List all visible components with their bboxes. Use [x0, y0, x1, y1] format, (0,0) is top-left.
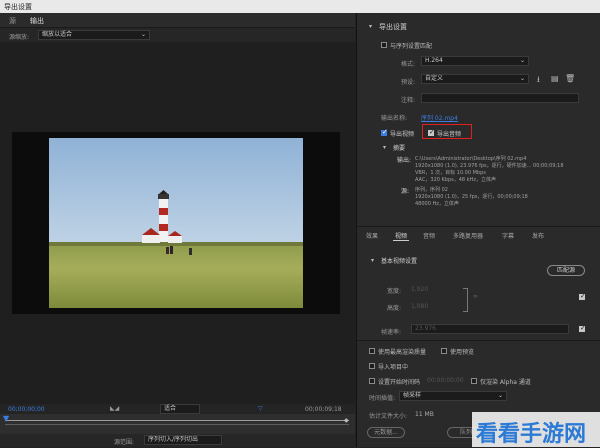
tab-output[interactable]: 输出: [30, 16, 44, 30]
tab-multiplexer[interactable]: 多路复用器: [453, 231, 483, 240]
collapse-arrow-icon[interactable]: ▾: [369, 23, 372, 30]
time-interpolation-label: 时间插值:: [369, 395, 396, 402]
out-point-handle-icon[interactable]: ◆: [344, 417, 349, 424]
summary-output-line: C:\Users\Administrator\Desktop\序列 02.mp4: [415, 156, 527, 162]
set-start-timecode-checkbox[interactable]: [369, 378, 375, 384]
framerate-match-checkbox[interactable]: [579, 324, 586, 332]
source-range-row: 源范围: 序列切入/序列切出: [0, 434, 355, 447]
tab-effects[interactable]: 效果: [366, 231, 378, 240]
chevron-down-icon: ⌄: [519, 75, 525, 82]
format-dropdown[interactable]: H.264 ⌄: [421, 56, 529, 66]
zoom-fit-dropdown[interactable]: 适合: [160, 404, 200, 414]
export-audio-checkbox[interactable]: [428, 128, 435, 136]
delete-preset-icon[interactable]: 🗑: [565, 74, 575, 83]
tab-source[interactable]: 源: [9, 16, 16, 26]
preset-dropdown[interactable]: 自定义 ⌄: [421, 74, 529, 84]
tab-video[interactable]: 视频: [395, 231, 407, 240]
max-render-quality-checkbox[interactable]: [369, 348, 375, 354]
match-sequence-label: 与序列设置匹配: [390, 43, 433, 50]
framerate-label: 帧速率:: [381, 329, 402, 336]
match-sequence-checkbox[interactable]: [381, 42, 387, 48]
metadata-button[interactable]: 元数据...: [367, 427, 405, 438]
export-settings-panel: ▾ 导出设置 与序列设置匹配 格式: H.264 ⌄ 预设: 自定义 ⌄ ⭳ ▤…: [356, 13, 600, 447]
render-alpha-checkbox[interactable]: [471, 378, 477, 384]
comment-label: 注释:: [401, 97, 416, 104]
tab-captions[interactable]: 字幕: [502, 231, 514, 240]
summary-source-line: 序列，序列 02: [415, 187, 448, 193]
render-alpha-label: 仅渲染 Alpha 通道: [480, 379, 531, 386]
summary-output-line: AAC，320 Kbps，48 kHz，立体声: [415, 177, 496, 183]
summary-collapse-icon[interactable]: ▾: [383, 144, 386, 151]
match-source-button[interactable]: 匹配源: [547, 265, 585, 276]
width-value[interactable]: 1,920: [411, 286, 428, 293]
preset-label: 预设:: [401, 79, 416, 86]
export-video-label: 导出视频: [390, 131, 415, 138]
start-timecode-value[interactable]: 00;00;00;00: [427, 377, 464, 384]
playhead-marker-icon[interactable]: ▽: [258, 405, 263, 412]
window-title: 导出设置: [4, 3, 32, 11]
output-name-label: 输出名称:: [381, 115, 408, 122]
window-titlebar: 导出设置: [0, 0, 600, 13]
estimated-filesize-value: 11 MB: [415, 411, 434, 418]
tab-audio[interactable]: 音频: [423, 231, 435, 240]
source-scaling-label: 源缩放:: [9, 34, 30, 41]
source-scaling-dropdown[interactable]: 缩放以适合 ⌄: [38, 30, 150, 40]
watermark-text: 看看手游网: [476, 422, 587, 447]
chevron-down-icon: ⌄: [140, 31, 146, 38]
output-name-link[interactable]: 序列 02.mp4: [421, 113, 458, 122]
save-preset-icon[interactable]: ⭳: [537, 74, 540, 88]
preview-image: [49, 138, 303, 308]
chevron-down-icon: ⌄: [519, 57, 525, 64]
basic-video-settings-title: 基本视频设置: [381, 258, 418, 265]
import-preset-icon[interactable]: ▤: [551, 74, 559, 83]
source-range-dropdown[interactable]: 序列切入/序列切出: [144, 435, 222, 445]
summary-source-label: 源:: [401, 188, 410, 195]
set-start-timecode-label: 设置开始时间码: [378, 379, 421, 386]
time-interpolation-dropdown[interactable]: 帧采样 ⌄: [399, 391, 507, 401]
import-project-label: 导入项目中: [378, 364, 409, 371]
export-video-checkbox[interactable]: [381, 128, 388, 136]
playhead-icon[interactable]: ▼: [3, 414, 9, 423]
summary-title: 摘要: [393, 145, 406, 152]
source-range-label: 源范围:: [114, 439, 135, 446]
estimated-filesize-label: 估计文件大小:: [369, 413, 408, 420]
link-bracket: [463, 288, 468, 312]
in-point-icon[interactable]: ◣◢: [110, 405, 119, 412]
video-collapse-icon[interactable]: ▾: [371, 257, 374, 264]
width-label: 宽度:: [387, 288, 402, 295]
export-settings-title: 导出设置: [379, 23, 407, 31]
height-label: 高度:: [387, 305, 402, 312]
framerate-dropdown[interactable]: 23.976: [411, 324, 569, 334]
import-project-checkbox[interactable]: [369, 363, 375, 369]
chain-link-icon[interactable]: ∞: [473, 293, 478, 300]
use-previews-label: 使用预览: [450, 349, 475, 356]
format-label: 格式:: [401, 61, 416, 68]
summary-output-line: 1920x1080 (1.0), 23.976 fps，逐行，硬件加速... 0…: [415, 163, 564, 169]
timeline-ruler[interactable]: ▼ ◆: [0, 414, 355, 434]
export-audio-label: 导出音频: [437, 131, 462, 138]
summary-output-label: 输出:: [397, 157, 412, 164]
source-scaling-row: 源缩放: 缩放以适合 ⌄: [0, 28, 355, 42]
use-previews-checkbox[interactable]: [441, 348, 447, 354]
timeline-header: 00;00;00;00 ◣◢ 适合 ▽ 00;00;09;18: [0, 404, 355, 414]
width-match-checkbox[interactable]: [579, 292, 586, 300]
comment-input[interactable]: [421, 93, 579, 103]
timecode-end: 00;00;09;18: [305, 406, 342, 413]
left-tabbar: 源 输出: [0, 13, 355, 30]
chevron-down-icon: ⌄: [497, 392, 503, 399]
watermark: 看看手游网: [472, 412, 600, 447]
timecode-current[interactable]: 00;00;00;00: [8, 406, 45, 413]
summary-source-line: 48000 Hz，立体声: [415, 201, 459, 207]
height-value[interactable]: 1,080: [411, 303, 428, 310]
summary-source-line: 1920x1080 (1.0)，25 fps，逐行，00;00;09;18: [415, 194, 528, 200]
tab-publish[interactable]: 发布: [532, 231, 544, 240]
max-render-quality-label: 使用最高渲染质量: [378, 349, 427, 356]
summary-output-line: VBR，1 次，目标 10.00 Mbps: [415, 170, 486, 176]
